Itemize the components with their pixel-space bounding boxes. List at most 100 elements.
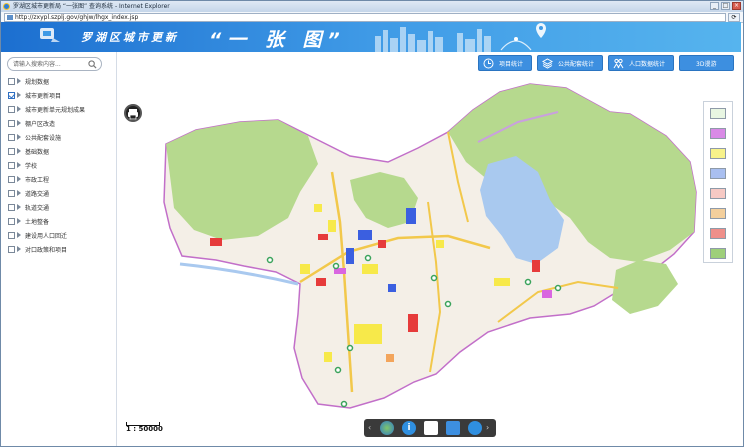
legend-swatch — [710, 188, 726, 199]
search-input[interactable] — [13, 59, 89, 70]
layer-item[interactable]: 规划数据 — [8, 74, 85, 88]
layer-label: 对口政策和项目 — [25, 246, 68, 254]
print-button[interactable] — [124, 104, 142, 122]
expand-arrow-icon[interactable] — [17, 218, 21, 224]
layer-label: 建设用人口回迁 — [25, 232, 68, 240]
expand-arrow-icon[interactable] — [17, 162, 21, 168]
people-icon — [613, 58, 624, 68]
layer-checkbox[interactable] — [8, 245, 15, 253]
layer-item[interactable]: 公共配套设施 — [8, 130, 85, 144]
page-icon — [7, 15, 13, 20]
site-title: 罗湖区城市更新 — [81, 31, 179, 44]
layer-label: 公共配套设施 — [25, 134, 62, 142]
layer-item[interactable]: 市政工程 — [8, 172, 85, 186]
ie-icon — [3, 3, 10, 10]
legend-swatch — [710, 148, 726, 159]
layer-label: 土地整备 — [25, 218, 50, 226]
print-map-icon[interactable] — [424, 421, 438, 435]
layer-checkbox[interactable] — [8, 147, 15, 155]
public-facility-stats-label: 公共配套统计 — [558, 60, 595, 68]
expand-arrow-icon[interactable] — [17, 78, 21, 84]
layer-label: 规划数据 — [25, 78, 50, 86]
layer-label: 学校 — [25, 162, 38, 170]
project-stats-button[interactable]: 项目统计 — [478, 55, 533, 71]
legend-swatch — [710, 228, 726, 239]
expand-arrow-icon[interactable] — [17, 204, 21, 210]
legend-swatch — [710, 248, 726, 259]
close-button[interactable]: × — [732, 2, 741, 10]
layer-item[interactable]: 基础数据 — [8, 144, 85, 158]
public-facility-stats-button[interactable]: 公共配套统计 — [537, 55, 604, 71]
layer-list: 规划数据 城市更新项目 城市更新单元规划成果 棚户区改造 公共配套设施 基础数据… — [8, 74, 85, 256]
layer-label: 城市更新项目 — [25, 92, 62, 100]
layer-checkbox[interactable] — [8, 161, 15, 169]
layer-checkbox[interactable] — [8, 91, 15, 99]
search-box — [7, 57, 102, 71]
expand-arrow-icon[interactable] — [17, 134, 21, 140]
layer-checkbox[interactable] — [8, 203, 15, 211]
layer-checkbox[interactable] — [8, 189, 15, 197]
map-legend — [703, 101, 733, 263]
layer-checkbox[interactable] — [8, 217, 15, 225]
legend-swatch — [710, 208, 726, 219]
layer-item[interactable]: 道路交通 — [8, 186, 85, 200]
globe-icon[interactable] — [380, 421, 394, 435]
legend-swatch — [710, 128, 726, 139]
layer-item[interactable]: 建设用人口回迁 — [8, 228, 85, 242]
layer-item[interactable]: 棚户区改造 — [8, 116, 85, 130]
map-tools-bar: ‹ i › — [364, 419, 496, 437]
layer-item[interactable]: 城市更新项目 — [8, 88, 85, 102]
refresh-button[interactable]: ⟳ — [728, 13, 740, 22]
layer-checkbox[interactable] — [8, 77, 15, 85]
layer-label: 市政工程 — [25, 176, 50, 184]
layers-panel-icon[interactable] — [446, 421, 460, 435]
layer-sidebar: 规划数据 城市更新项目 城市更新单元规划成果 棚户区改造 公共配套设施 基础数据… — [1, 52, 117, 446]
layer-checkbox[interactable] — [8, 105, 15, 113]
view-3d-label: 3D漫游 — [696, 60, 717, 68]
layer-item[interactable]: 学校 — [8, 158, 85, 172]
layers-icon — [542, 57, 554, 69]
layer-item[interactable]: 土地整备 — [8, 214, 85, 228]
layer-item[interactable]: 轨道交通 — [8, 200, 85, 214]
layer-checkbox[interactable] — [8, 133, 15, 141]
measure-icon[interactable] — [468, 421, 482, 435]
expand-arrow-icon[interactable] — [17, 120, 21, 126]
scroll-left-icon[interactable]: ‹ — [368, 423, 371, 432]
expand-arrow-icon[interactable] — [17, 148, 21, 154]
layer-label: 道路交通 — [25, 190, 50, 198]
district-basemap[interactable] — [118, 52, 741, 446]
skyline-graphic — [375, 23, 546, 52]
layer-label: 城市更新单元规划成果 — [25, 106, 86, 114]
clock-icon — [483, 58, 494, 68]
info-icon[interactable]: i — [402, 421, 416, 435]
layer-checkbox[interactable] — [8, 175, 15, 183]
expand-arrow-icon[interactable] — [17, 176, 21, 182]
expand-arrow-icon[interactable] — [17, 106, 21, 112]
population-stats-button[interactable]: 人口数据统计 — [608, 55, 675, 71]
window-title: 罗湖区城市更新局 “一张图” 查询系统 - Internet Explorer — [13, 3, 170, 10]
expand-arrow-icon[interactable] — [17, 232, 21, 238]
search-icon[interactable] — [88, 60, 97, 69]
map-canvas[interactable] — [118, 52, 741, 446]
legend-swatch — [710, 168, 726, 179]
view-3d-button[interactable]: 3D漫游 — [679, 55, 734, 71]
minimize-button[interactable]: _ — [710, 2, 719, 10]
project-stats-label: 项目统计 — [499, 60, 524, 68]
layer-checkbox[interactable] — [8, 119, 15, 127]
url-field[interactable]: http://zxypl.szplj.gov/ghjw/lhgx_index.j… — [4, 13, 726, 22]
population-stats-label: 人口数据统计 — [629, 60, 666, 68]
logo-icon — [40, 28, 60, 42]
layer-label: 基础数据 — [25, 148, 50, 156]
expand-arrow-icon[interactable] — [17, 190, 21, 196]
layer-item[interactable]: 城市更新单元规划成果 — [8, 102, 85, 116]
expand-arrow-icon[interactable] — [17, 92, 21, 98]
maximize-button[interactable]: □ — [721, 2, 730, 10]
slogan: “一 张 图” — [209, 29, 346, 51]
green-area-east — [612, 260, 678, 314]
scroll-right-icon[interactable]: › — [486, 423, 489, 432]
scale-bar: 1 : 50000 — [126, 422, 163, 433]
layer-item[interactable]: 对口政策和项目 — [8, 242, 85, 256]
layer-checkbox[interactable] — [8, 231, 15, 239]
site-banner: 罗湖区城市更新 “一 张 图” — [1, 22, 741, 52]
expand-arrow-icon[interactable] — [17, 246, 21, 252]
